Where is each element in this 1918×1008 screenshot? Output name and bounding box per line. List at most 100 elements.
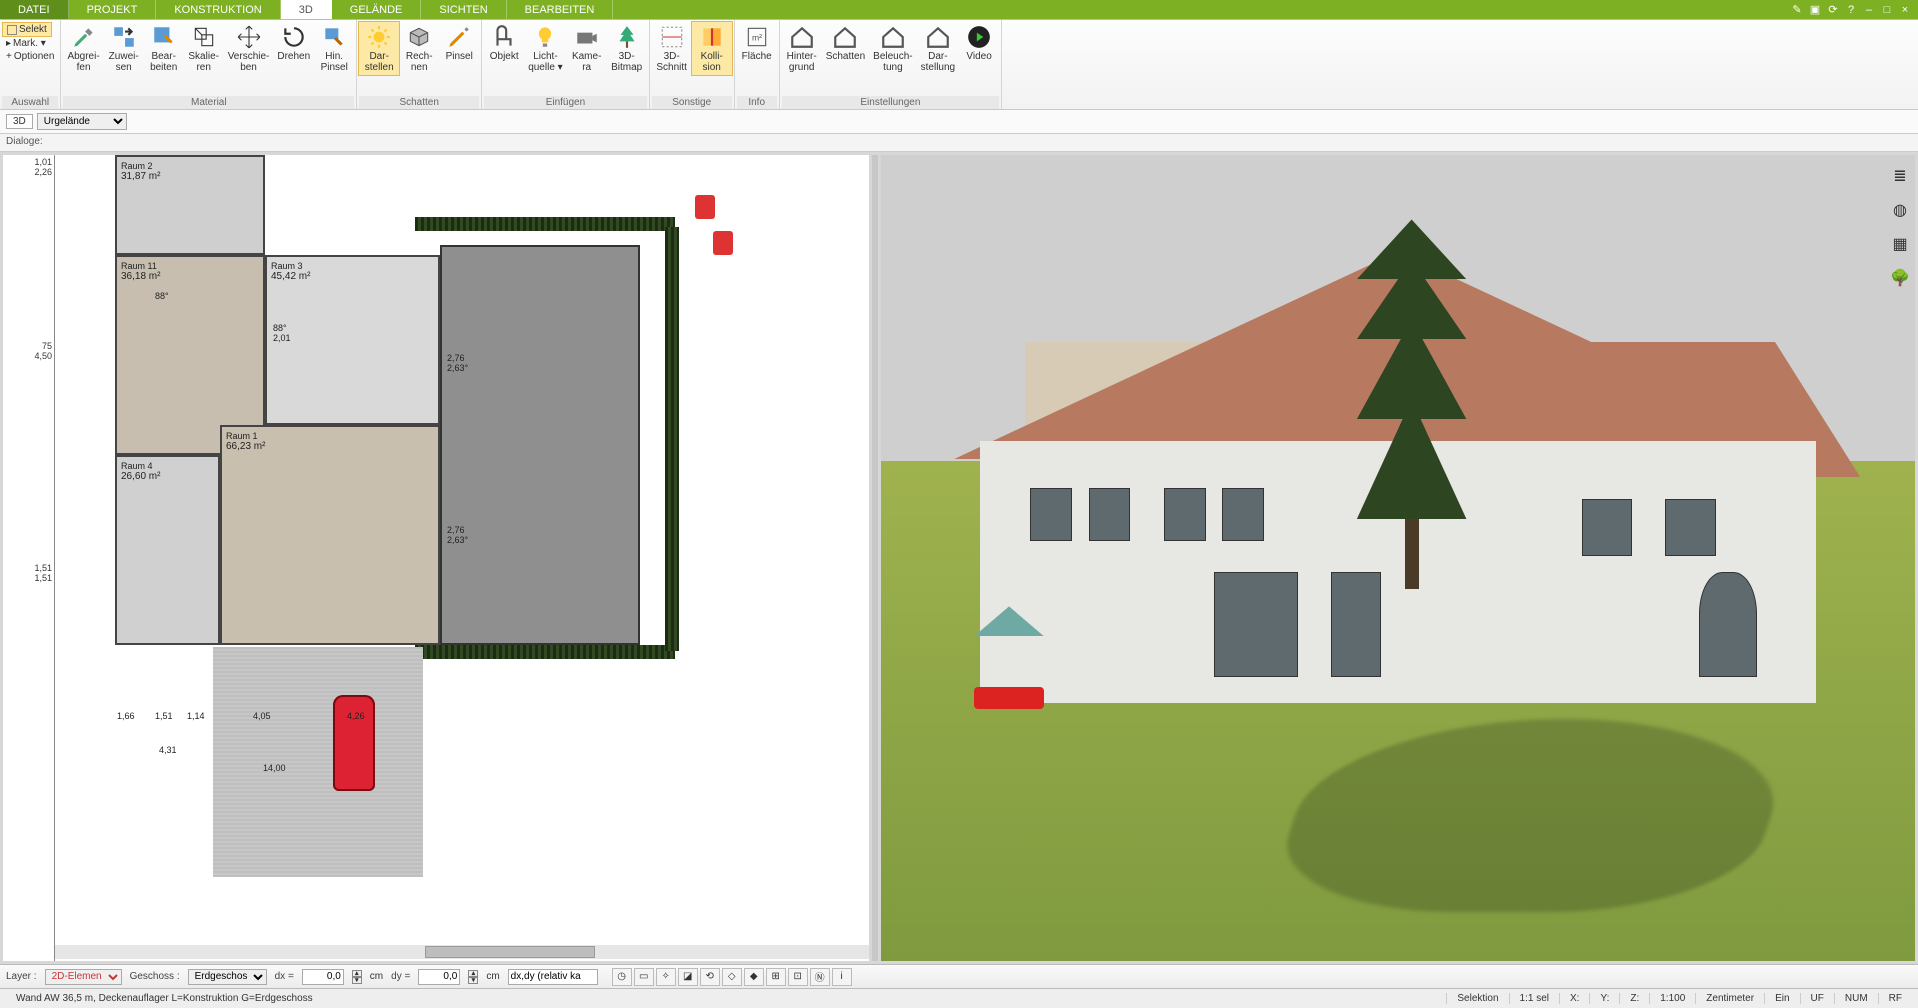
- bottom-tool-8[interactable]: ⊡: [788, 968, 808, 986]
- layer-dropdown[interactable]: 2D-Elemen: [45, 969, 122, 985]
- ribbon-btn-label: Pinsel: [446, 51, 473, 62]
- bottom-toolbar: Layer : 2D-Elemen Geschoss : Erdgeschos …: [0, 964, 1918, 988]
- dx-spinner[interactable]: ▴▾: [352, 970, 362, 984]
- ribbon-btn-einstellungen-0[interactable]: Hinter- grund: [782, 22, 822, 75]
- tab-bearbeiten[interactable]: BEARBEITEN: [507, 0, 614, 19]
- dimension-label: 4,05: [253, 711, 271, 721]
- plant-palette-icon[interactable]: 🌳: [1888, 266, 1912, 290]
- tree-3d: [1357, 219, 1467, 589]
- close-icon[interactable]: ×: [1898, 3, 1912, 17]
- tab-sichten[interactable]: SICHTEN: [421, 0, 506, 19]
- ribbon-btn-schatten-1[interactable]: Rech- nen: [399, 22, 439, 75]
- refresh-icon[interactable]: ⟳: [1826, 3, 1840, 17]
- dx-label: dx =: [275, 971, 294, 982]
- group-label-einstellungen: Einstellungen: [782, 96, 999, 109]
- bottom-tool-6[interactable]: ◆: [744, 968, 764, 986]
- ribbon-btn-einfuegen-1[interactable]: Licht- quelle ▾: [524, 22, 567, 75]
- floorplan-pane[interactable]: 1,01 2,2675 4,501,51 1,51 Raum 231,87 m²…: [3, 155, 869, 961]
- tab-konstruktion[interactable]: KONSTRUKTION: [156, 0, 280, 19]
- ribbon-btn-label: Bear- beiten: [150, 51, 177, 73]
- bottom-tool-3[interactable]: ◪: [678, 968, 698, 986]
- dy-unit: cm: [486, 971, 499, 982]
- pane-splitter[interactable]: [872, 155, 878, 961]
- ribbon-group-einstellungen: Hinter- grundSchattenBeleuch- tungDar- s…: [780, 20, 1002, 109]
- ribbon-btn-label: Rech- nen: [406, 51, 433, 73]
- ribbon-btn-material-2[interactable]: Bear- beiten: [144, 22, 184, 75]
- ribbon-btn-label: Beleuch- tung: [873, 51, 912, 73]
- ribbon-btn-info-0[interactable]: m²Fläche: [737, 22, 777, 64]
- tab-3d[interactable]: 3D: [281, 0, 332, 19]
- optionen-button[interactable]: +Optionen: [2, 50, 58, 63]
- square-icon[interactable]: ▣: [1808, 3, 1822, 17]
- ribbon-btn-schatten-0[interactable]: Dar- stellen: [359, 22, 399, 75]
- status-selektion-value: 1:1 sel: [1509, 993, 1559, 1004]
- mark-button[interactable]: ▸Mark. ▾: [2, 37, 50, 50]
- ribbon-btn-material-0[interactable]: Abgrei- fen: [63, 22, 103, 75]
- view-mode-chip[interactable]: 3D: [6, 114, 33, 129]
- room-name: Raum 3: [271, 261, 310, 271]
- tab-gelaende[interactable]: GELÄNDE: [332, 0, 422, 19]
- group-label-material: Material: [63, 96, 354, 109]
- room[interactable]: Raum 231,87 m²: [115, 155, 265, 255]
- tab-projekt[interactable]: PROJEKT: [69, 0, 157, 19]
- room[interactable]: Raum 166,23 m²: [220, 425, 440, 645]
- coord-mode-input[interactable]: [508, 969, 598, 985]
- ribbon-btn-material-6[interactable]: Hin. Pinsel: [314, 22, 354, 75]
- 3d-view-pane[interactable]: [881, 155, 1915, 961]
- ribbon-btn-einfuegen-0[interactable]: Objekt: [484, 22, 524, 64]
- bottom-tool-1[interactable]: ▭: [634, 968, 654, 986]
- bottom-tool-2[interactable]: ✧: [656, 968, 676, 986]
- floorplan-canvas[interactable]: Raum 231,87 m²Raum 1136,18 m²Raum 345,42…: [55, 155, 869, 941]
- room-name: Raum 4: [121, 461, 160, 471]
- car-2d[interactable]: [333, 695, 375, 791]
- layer-select[interactable]: Urgelände: [37, 113, 127, 130]
- house-icon: [925, 24, 951, 50]
- h-scroll-thumb[interactable]: [425, 946, 595, 958]
- house-icon: [832, 24, 858, 50]
- minimize-icon[interactable]: –: [1862, 3, 1876, 17]
- bottom-tool-9[interactable]: Ⓝ: [810, 968, 830, 986]
- terrace[interactable]: [440, 245, 640, 645]
- tab-file[interactable]: DATEI: [0, 0, 69, 19]
- bottom-tool-5[interactable]: ◇: [722, 968, 742, 986]
- room[interactable]: Raum 345,42 m²: [265, 255, 440, 425]
- ribbon: Selekt ▸Mark. ▾ +Optionen Auswahl Abgrei…: [0, 20, 1918, 110]
- ribbon-btn-einstellungen-3[interactable]: Dar- stellung: [917, 22, 959, 75]
- ribbon-btn-einfuegen-3[interactable]: 3D- Bitmap: [607, 22, 647, 75]
- menu-tab-bar: DATEI PROJEKT KONSTRUKTION 3D GELÄNDE SI…: [0, 0, 1918, 20]
- bottom-tool-10[interactable]: i: [832, 968, 852, 986]
- ribbon-btn-einstellungen-2[interactable]: Beleuch- tung: [869, 22, 916, 75]
- ribbon-btn-einstellungen-1[interactable]: Schatten: [822, 22, 869, 64]
- ribbon-btn-material-3[interactable]: Skalie- ren: [184, 22, 224, 75]
- room[interactable]: Raum 426,60 m²: [115, 455, 220, 645]
- workspace: 1,01 2,2675 4,501,51 1,51 Raum 231,87 m²…: [0, 152, 1918, 964]
- ribbon-btn-einstellungen-4[interactable]: Video: [959, 22, 999, 64]
- ribbon-btn-sonstige-0[interactable]: 3D- Schnitt: [652, 22, 692, 75]
- dialog-bar: Dialoge:: [0, 134, 1918, 152]
- pencil-icon[interactable]: ✎: [1790, 3, 1804, 17]
- ribbon-btn-label: Objekt: [490, 51, 519, 62]
- help-icon[interactable]: ?: [1844, 3, 1858, 17]
- dy-spinner[interactable]: ▴▾: [468, 970, 478, 984]
- dy-input[interactable]: [418, 969, 460, 985]
- ribbon-btn-material-5[interactable]: Drehen: [273, 22, 314, 64]
- ribbon-btn-material-4[interactable]: Verschie- ben: [224, 22, 274, 75]
- dx-input[interactable]: [302, 969, 344, 985]
- h-scrollbar[interactable]: [55, 945, 869, 959]
- right-tool-palette: ≣ ◍ ▦ 🌳: [1888, 164, 1914, 290]
- ribbon-btn-label: Drehen: [277, 51, 310, 62]
- bottom-tool-7[interactable]: ⊞: [766, 968, 786, 986]
- bottom-tool-4[interactable]: ⟲: [700, 968, 720, 986]
- floor-dropdown[interactable]: Erdgeschos: [188, 969, 267, 985]
- color-palette-icon[interactable]: ▦: [1888, 232, 1912, 256]
- ribbon-btn-einfuegen-2[interactable]: Kame- ra: [567, 22, 607, 75]
- ribbon-btn-schatten-2[interactable]: Pinsel: [439, 22, 479, 64]
- ribbon-btn-material-1[interactable]: Zuwei- sen: [104, 22, 144, 75]
- selekt-button[interactable]: Selekt: [2, 22, 52, 37]
- layers-palette-icon[interactable]: ≣: [1888, 164, 1912, 188]
- ribbon-btn-label: Dar- stellen: [365, 51, 394, 73]
- ribbon-btn-sonstige-1[interactable]: Kolli- sion: [692, 22, 732, 75]
- bottom-tool-0[interactable]: ◷: [612, 968, 632, 986]
- maximize-icon[interactable]: □: [1880, 3, 1894, 17]
- object-palette-icon[interactable]: ◍: [1888, 198, 1912, 222]
